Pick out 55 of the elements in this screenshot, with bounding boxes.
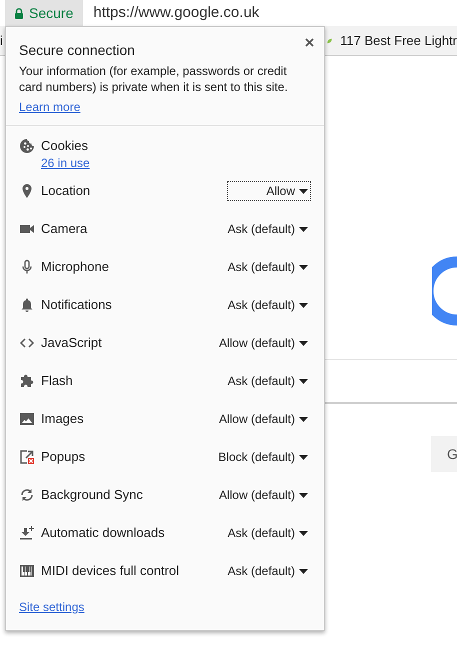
permission-select[interactable]: Block (default) xyxy=(218,447,311,467)
site-settings-link[interactable]: Site settings xyxy=(19,598,311,616)
url-text[interactable]: https://www.google.co.uk xyxy=(93,2,260,24)
caret-icon xyxy=(299,340,308,346)
permission-select[interactable]: Allow (default) xyxy=(218,333,311,353)
permission-select[interactable]: Allow (default) xyxy=(218,485,311,505)
permission-label: Images xyxy=(41,410,84,428)
caret-icon xyxy=(299,568,308,574)
permission-label: Cookies xyxy=(41,138,89,154)
caret-icon xyxy=(299,226,308,232)
permission-select[interactable]: Ask (default) xyxy=(228,523,311,543)
permission-select[interactable]: Ask (default) xyxy=(228,295,311,315)
search-button[interactable]: G xyxy=(431,436,457,472)
permission-select[interactable]: Ask (default) xyxy=(228,219,311,239)
image-icon xyxy=(19,411,35,427)
caret-icon xyxy=(299,416,308,422)
secure-label: Secure xyxy=(29,4,74,22)
permission-label: Notifications xyxy=(41,296,112,314)
learn-more-link[interactable]: Learn more xyxy=(19,100,80,114)
caret-icon xyxy=(299,454,308,460)
description-text: Your information (for example, passwords or credit card numbers) is private when it is sent to this site. xyxy=(19,63,289,95)
permission-label: MIDI devices full control xyxy=(41,562,179,580)
cookie-icon xyxy=(19,138,35,154)
permission-label: Automatic downloads xyxy=(41,524,165,542)
download-icon xyxy=(19,525,35,541)
caret-icon xyxy=(299,378,308,384)
sync-icon xyxy=(19,487,35,503)
caret-icon xyxy=(299,264,308,270)
piano-keys-icon xyxy=(19,563,35,579)
padlock-icon xyxy=(15,8,23,18)
caret-icon xyxy=(299,530,308,536)
bell-icon xyxy=(19,297,35,313)
puzzle-piece-icon xyxy=(19,373,35,389)
permission-label: Microphone xyxy=(41,258,109,276)
permission-select[interactable]: Ask (default) xyxy=(228,257,311,277)
popup-title: Secure connection xyxy=(19,41,136,59)
permission-select[interactable]: Allow xyxy=(227,181,311,201)
caret-icon xyxy=(299,188,308,194)
permission-label: Camera xyxy=(41,220,88,238)
permission-label: JavaScript xyxy=(41,334,102,352)
caret-icon xyxy=(299,302,308,308)
permission-select[interactable]: Allow (default) xyxy=(218,409,311,429)
secure-chip[interactable]: Secure xyxy=(5,0,84,26)
blocked-popup-icon xyxy=(19,449,35,465)
permission-select[interactable]: Ask (default) xyxy=(228,561,311,581)
permission-label: Background Sync xyxy=(41,486,143,504)
usage-link[interactable]: 26 in use xyxy=(41,154,90,172)
bookmark-fragment[interactable]: i xyxy=(0,30,3,50)
close-icon[interactable] xyxy=(305,38,314,47)
bookmark-item[interactable]: 117 Best Free Lightr xyxy=(340,30,457,50)
permission-label: Location xyxy=(41,182,90,200)
caret-icon xyxy=(299,492,308,498)
permission-label: Flash xyxy=(41,372,73,390)
permission-label: Popups xyxy=(41,448,86,466)
permission-select[interactable]: Ask (default) xyxy=(228,371,311,391)
